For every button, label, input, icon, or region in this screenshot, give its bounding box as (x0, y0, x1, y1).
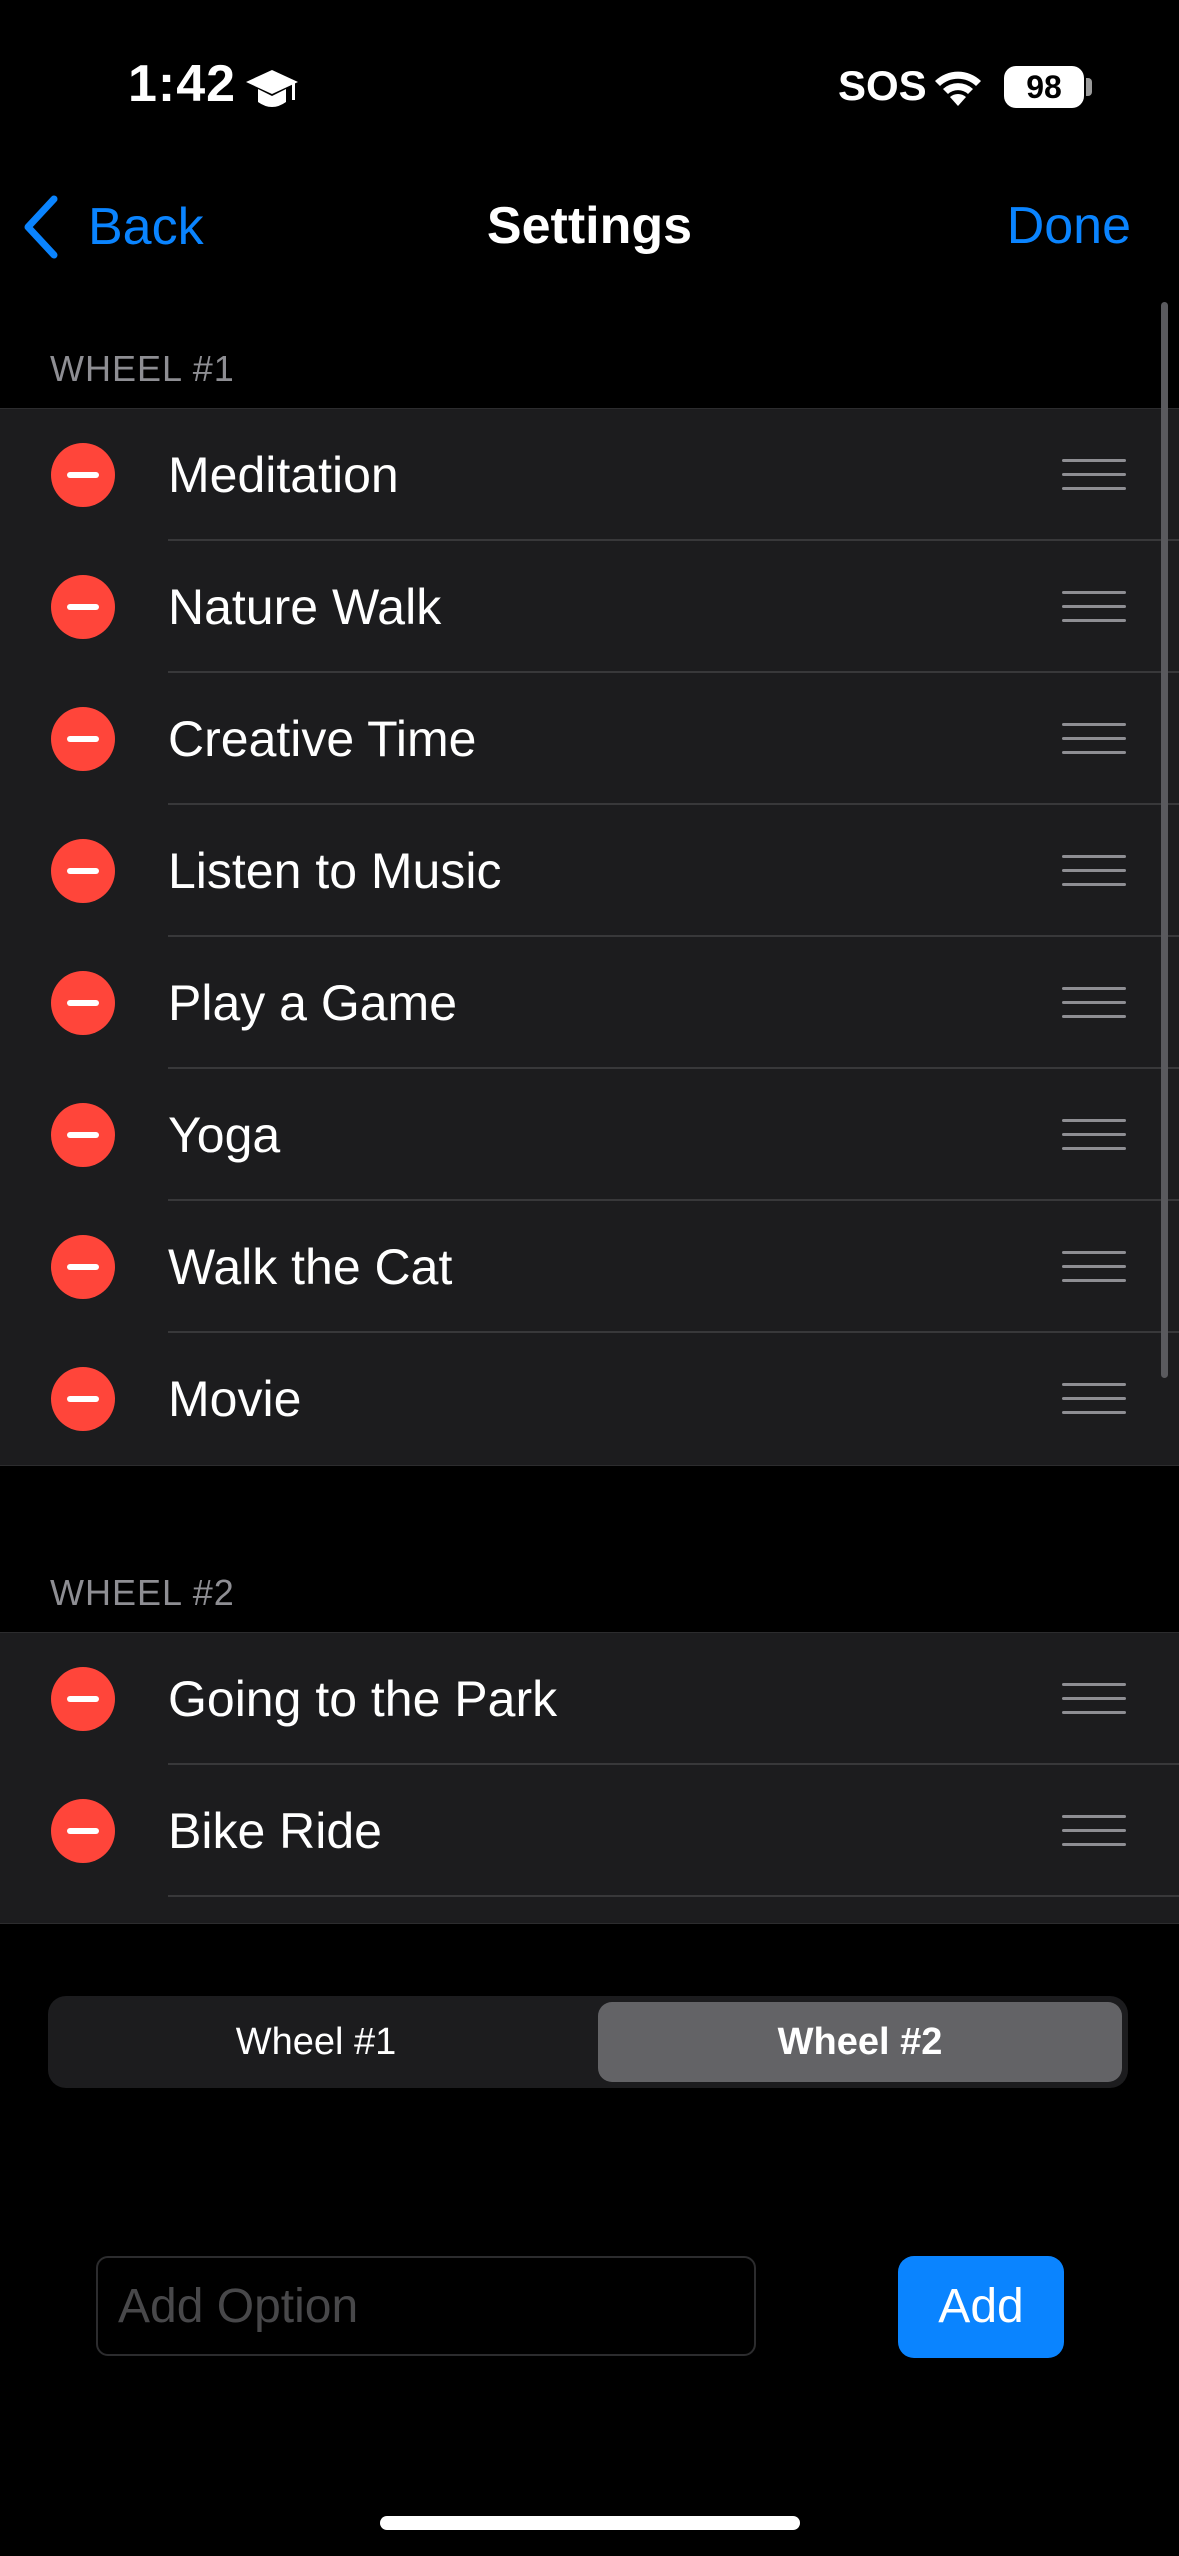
item-label: Nature Walk (168, 579, 442, 635)
reorder-handle-icon[interactable] (1062, 719, 1126, 759)
delete-minus-icon[interactable] (51, 839, 115, 903)
item-label: Yoga (168, 1107, 281, 1163)
delete-minus-icon[interactable] (51, 971, 115, 1035)
item-label: Walk the Cat (168, 1239, 453, 1295)
list-item[interactable]: Walk the Cat (0, 1201, 1179, 1333)
reorder-handle-icon[interactable] (1062, 1379, 1126, 1419)
page-title: Settings (486, 197, 693, 255)
delete-minus-icon[interactable] (51, 575, 115, 639)
list-item[interactable]: Going to the Park (0, 1633, 1179, 1765)
wifi-icon (935, 71, 981, 106)
item-label: Bike Ride (168, 1803, 382, 1859)
battery-icon: 98 (1004, 66, 1084, 108)
list-item[interactable]: Listen to Music (0, 805, 1179, 937)
reorder-handle-icon[interactable] (1062, 1811, 1126, 1851)
section-header-wheel-1: WHEEL #1 (50, 348, 235, 389)
wheel-2-list: Going to the Park Bike Ride (0, 1632, 1179, 1924)
home-indicator (380, 2516, 800, 2530)
section-header-wheel-2: WHEEL #2 (50, 1572, 235, 1613)
row-separator (168, 1895, 1179, 1897)
delete-minus-icon[interactable] (51, 1367, 115, 1431)
status-time: 1:42 (128, 55, 237, 113)
reorder-handle-icon[interactable] (1062, 983, 1126, 1023)
list-item[interactable]: Meditation (0, 409, 1179, 541)
add-button[interactable]: Add (898, 2256, 1064, 2358)
reorder-handle-icon[interactable] (1062, 587, 1126, 627)
delete-minus-icon[interactable] (51, 707, 115, 771)
list-item[interactable]: Creative Time (0, 673, 1179, 805)
delete-minus-icon[interactable] (51, 1235, 115, 1299)
item-label: Play a Game (168, 975, 458, 1031)
list-item[interactable]: Bike Ride (0, 1765, 1179, 1897)
graduation-cap-icon (246, 70, 298, 107)
reorder-handle-icon[interactable] (1062, 1679, 1126, 1719)
reorder-handle-icon[interactable] (1062, 1247, 1126, 1287)
item-label: Going to the Park (168, 1671, 558, 1727)
scroll-indicator[interactable] (1161, 302, 1168, 1378)
item-label: Meditation (168, 447, 399, 503)
item-label: Listen to Music (168, 843, 502, 899)
item-label: Movie (168, 1371, 302, 1427)
delete-minus-icon[interactable] (51, 1667, 115, 1731)
item-label: Creative Time (168, 711, 477, 767)
reorder-handle-icon[interactable] (1062, 1115, 1126, 1155)
wheel-1-list: Meditation Nature Walk Creative Time Lis… (0, 408, 1179, 1466)
segment-wheel-1[interactable]: Wheel #1 (54, 2002, 578, 2082)
sos-indicator: SOS (838, 62, 927, 109)
reorder-handle-icon[interactable] (1062, 851, 1126, 891)
done-button[interactable]: Done (1007, 196, 1131, 256)
delete-minus-icon[interactable] (51, 1799, 115, 1863)
delete-minus-icon[interactable] (51, 1103, 115, 1167)
list-item[interactable]: Nature Walk (0, 541, 1179, 673)
add-option-input[interactable] (96, 2256, 756, 2356)
list-item[interactable]: Yoga (0, 1069, 1179, 1201)
reorder-handle-icon[interactable] (1062, 455, 1126, 495)
segment-wheel-2[interactable]: Wheel #2 (598, 2002, 1122, 2082)
list-item[interactable]: Play a Game (0, 937, 1179, 1069)
battery-nub (1086, 78, 1092, 96)
wheel-segmented-control[interactable]: Wheel #1 Wheel #2 (48, 1996, 1128, 2088)
list-item[interactable]: Movie (0, 1333, 1179, 1465)
delete-minus-icon[interactable] (51, 443, 115, 507)
